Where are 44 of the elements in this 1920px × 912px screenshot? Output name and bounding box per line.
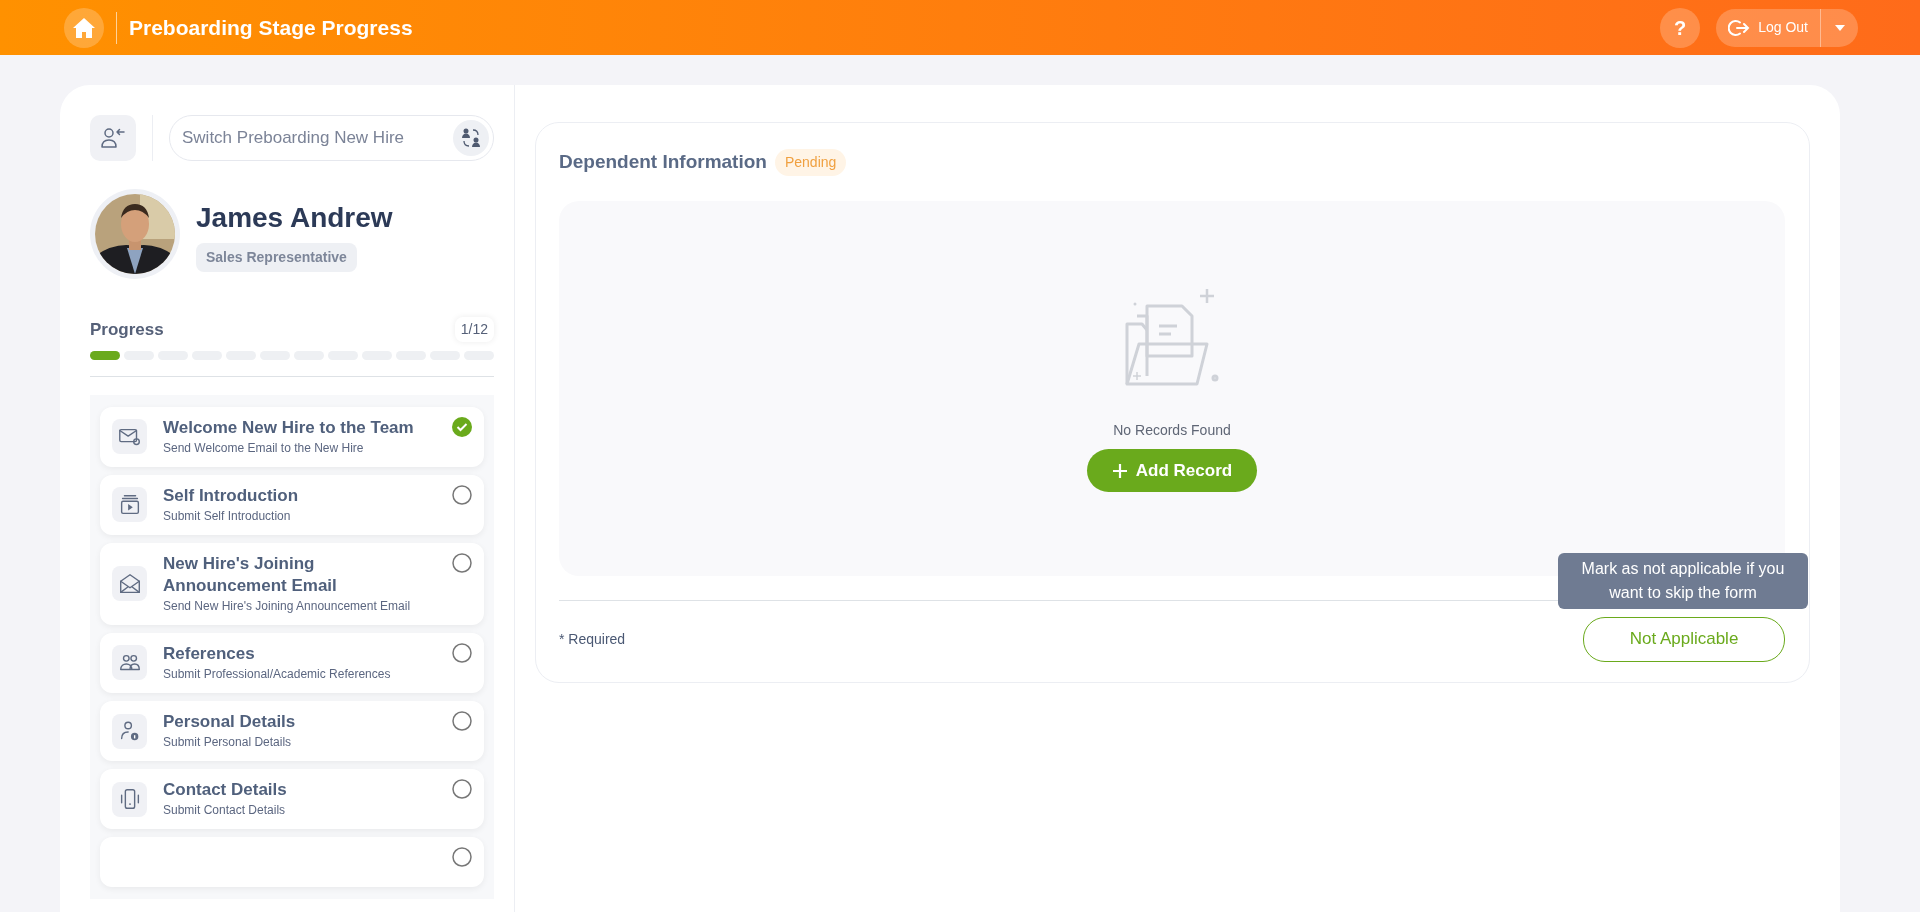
- dropdown-button[interactable]: [1820, 8, 1858, 47]
- user-info-icon: [112, 713, 147, 749]
- people-icon: [112, 645, 147, 681]
- task-title: Personal Details: [163, 710, 297, 733]
- person-name: James Andrew: [196, 200, 393, 235]
- video-icon: [112, 487, 147, 523]
- task-subtitle: Send Welcome Email to the New Hire: [163, 439, 365, 457]
- task-subtitle: Submit Contact Details: [163, 802, 287, 820]
- logout-icon: [1728, 17, 1751, 38]
- task-card[interactable]: Contact Details Submit Contact Details: [100, 769, 484, 830]
- phone-icon: [112, 781, 147, 817]
- user-arrow-icon: [100, 126, 126, 150]
- form-title: Dependent Information: [559, 150, 767, 174]
- task-card[interactable]: New Hire's Joining Announcement Email Send New Hire's Joining Announcement Email: [100, 542, 484, 625]
- switch-user-button[interactable]: [90, 115, 136, 161]
- plus-icon: [1111, 462, 1128, 479]
- search-field[interactable]: Switch Preboarding New Hire: [169, 115, 494, 161]
- task-subtitle: Submit Personal Details: [163, 734, 293, 752]
- required-note: * Required: [559, 629, 626, 649]
- task-subtitle: Submit Professional/Academic References: [163, 665, 392, 683]
- home-icon[interactable]: [64, 7, 104, 48]
- task-card[interactable]: References Submit Professional/Academic References: [100, 632, 484, 693]
- task-card[interactable]: Welcome New Hire to the Team Send Welcome Email to the New Hire: [100, 406, 484, 467]
- task-subtitle: Send New Hire's Joining Announcement Email: [163, 597, 412, 615]
- task-title: Self Introduction: [163, 484, 300, 507]
- page-title: Preboarding Stage Progress: [129, 14, 413, 41]
- task-title: References: [163, 642, 256, 665]
- task-subtitle: Submit Self Introduction: [163, 507, 292, 525]
- empty-message: No Records Found: [1113, 421, 1231, 440]
- task-title: Contact Details: [163, 779, 288, 802]
- status-tag: Pending: [774, 148, 847, 176]
- envelope-icon: [112, 566, 147, 602]
- task-card[interactable]: Self Introduction Submit Self Introduction: [100, 474, 484, 535]
- task-card[interactable]: [100, 837, 484, 888]
- progress-label: Progress: [90, 319, 164, 341]
- caret-icon: [1834, 25, 1845, 32]
- progress-count: 1/12: [454, 317, 494, 343]
- tooltip: Mark as not applicable if you want to skip the form: [1558, 552, 1808, 609]
- task-title: Welcome New Hire to the Team: [163, 416, 415, 439]
- task-title: New Hire's Joining Announcement Email: [163, 552, 338, 597]
- task-card[interactable]: Personal Details Submit Personal Details: [100, 700, 484, 762]
- role-tag: Sales Representative: [196, 242, 357, 272]
- home-glyph-icon: [72, 16, 96, 39]
- email-icon: [112, 419, 147, 455]
